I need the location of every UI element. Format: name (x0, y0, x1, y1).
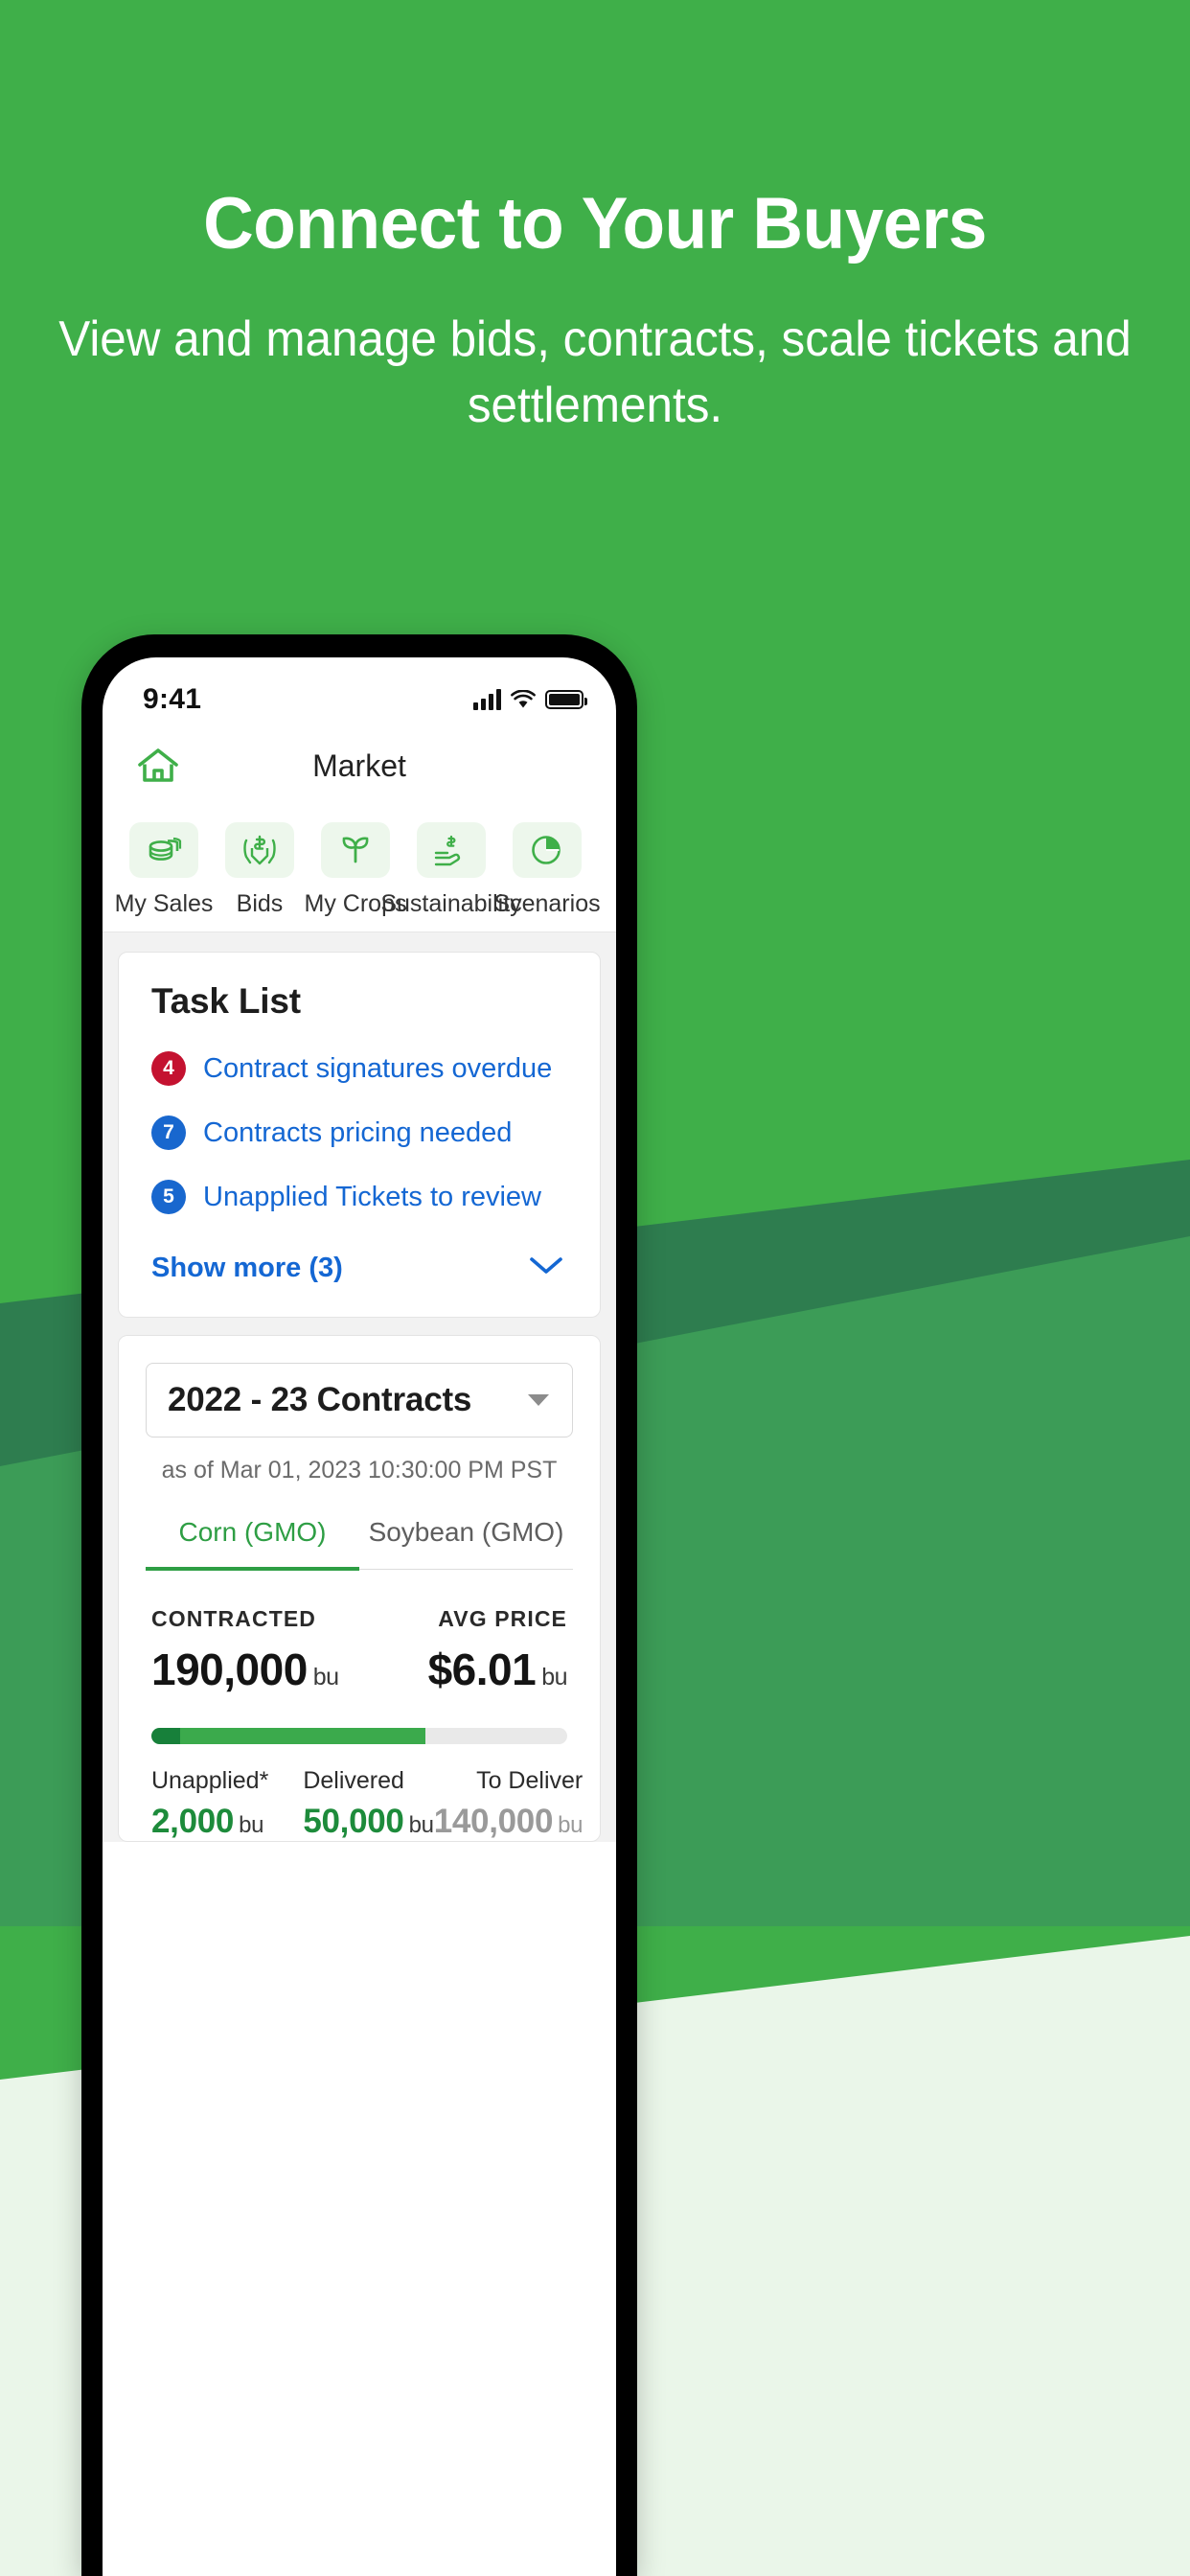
stat-unit: bu (312, 1664, 339, 1690)
quick-nav-item-sustainability[interactable]: Sustainability (380, 822, 522, 918)
stat-unit: bu (541, 1664, 567, 1690)
stat-label: AVG PRICE (438, 1606, 567, 1631)
stat-label: CONTRACTED (151, 1606, 316, 1631)
page-title: Market (312, 748, 406, 783)
sprout-icon (321, 822, 390, 878)
quick-nav-item-my-sales[interactable]: My Sales (114, 822, 214, 918)
legend-item-to-deliver: To Deliver 140,000 bu (434, 1767, 584, 1841)
status-bar: 9:41 (103, 657, 616, 726)
season-select[interactable]: 2022 - 23 Contracts (146, 1363, 573, 1438)
status-bar-icons (473, 689, 587, 710)
legend-value: 50,000 bu (303, 1803, 434, 1840)
legend-item-delivered: Delivered 50,000 bu (303, 1767, 434, 1841)
hero-title: Connect to Your Buyers (203, 183, 987, 264)
status-badge: 4 (151, 1051, 186, 1086)
as-of-timestamp: as of Mar 01, 2023 10:30:00 PM PST (161, 1457, 558, 1484)
status-badge: 7 (151, 1116, 186, 1150)
content-scroll-area[interactable]: Task List 4 Contract signatures overdue … (103, 932, 616, 1842)
task-list-item-label[interactable]: Contract signatures overdue (203, 1053, 552, 1085)
quick-nav-label: Bids (236, 890, 284, 917)
task-list-item[interactable]: 5 Unapplied Tickets to review (151, 1180, 567, 1214)
status-bar-time: 9:41 (143, 683, 202, 715)
hero-section: Connect to Your Buyers View and manage b… (0, 0, 1190, 438)
battery-icon (545, 690, 587, 709)
delivery-legend: Unapplied* 2,000 bu Delivered 50,000 bu To… (119, 1744, 600, 1841)
task-list-item[interactable]: 4 Contract signatures overdue (151, 1051, 567, 1086)
season-select-value: 2022 - 23 Contracts (168, 1381, 472, 1418)
task-list-title: Task List (151, 981, 301, 1021)
crop-tabs: Corn (GMO) Soybean (GMO) (146, 1517, 573, 1571)
chevron-down-icon (529, 1255, 563, 1281)
progress-segment-delivered (180, 1728, 426, 1744)
task-list-card: Task List 4 Contract signatures overdue … (118, 952, 601, 1318)
tab-corn-gmo[interactable]: Corn (GMO) (146, 1517, 359, 1571)
quick-nav: My Sales Bids My Crops Sustainability Sc… (103, 805, 616, 932)
pie-chart-icon (513, 822, 582, 878)
hands-holding-dollar-icon (225, 822, 294, 878)
wifi-icon (511, 690, 536, 709)
quick-nav-item-scenarios[interactable]: Scenarios (493, 822, 601, 918)
show-more-label: Show more (3) (151, 1253, 343, 1283)
stat-contracted: CONTRACTED 190,000 bu (151, 1606, 339, 1695)
hand-dollar-icon (417, 822, 486, 878)
task-list-item[interactable]: 7 Contracts pricing needed (151, 1116, 567, 1150)
contracts-card: 2022 - 23 Contracts as of Mar 01, 2023 1… (118, 1335, 601, 1842)
phone-mockup: 9:41 Market My Sales Bids My Crops Susta… (81, 634, 637, 2576)
delivery-progress-bar (151, 1728, 567, 1744)
coins-stack-icon (129, 822, 198, 878)
hero-subtitle: View and manage bids, contracts, scale t… (58, 311, 1132, 433)
legend-label: To Deliver (476, 1767, 584, 1794)
stat-value: $6.01 bu (427, 1644, 568, 1694)
stat-value: 190,000 bu (151, 1644, 339, 1694)
legend-value: 2,000 bu (151, 1803, 264, 1840)
tab-soybean-gmo[interactable]: Soybean (GMO) (359, 1517, 573, 1569)
stat-avg-price: AVG PRICE $6.01 bu (427, 1606, 568, 1695)
legend-label: Unapplied* (151, 1767, 269, 1794)
show-more-button[interactable]: Show more (3) (151, 1253, 567, 1284)
quick-nav-label: My Sales (114, 890, 214, 917)
task-list-item-label[interactable]: Unapplied Tickets to review (203, 1182, 541, 1213)
caret-down-icon (528, 1394, 549, 1406)
contract-stats: CONTRACTED 190,000 bu AVG PRICE $6.01 bu (119, 1570, 600, 1695)
legend-item-unapplied: Unapplied* 2,000 bu (151, 1767, 268, 1841)
progress-segment-unapplied (151, 1728, 181, 1744)
task-list-item-label[interactable]: Contracts pricing needed (203, 1117, 512, 1149)
promo-screenshot: Connect to Your Buyers View and manage b… (0, 0, 1190, 2576)
legend-label: Delivered (303, 1767, 404, 1794)
cellular-signal-icon (473, 689, 501, 710)
app-header: Market (103, 726, 616, 805)
phone-screen: 9:41 Market My Sales Bids My Crops Susta… (103, 657, 616, 2576)
quick-nav-label: Scenarios (493, 890, 601, 917)
status-badge: 5 (151, 1180, 186, 1214)
quick-nav-item-bids[interactable]: Bids (212, 822, 308, 918)
legend-value: 140,000 bu (433, 1803, 584, 1840)
